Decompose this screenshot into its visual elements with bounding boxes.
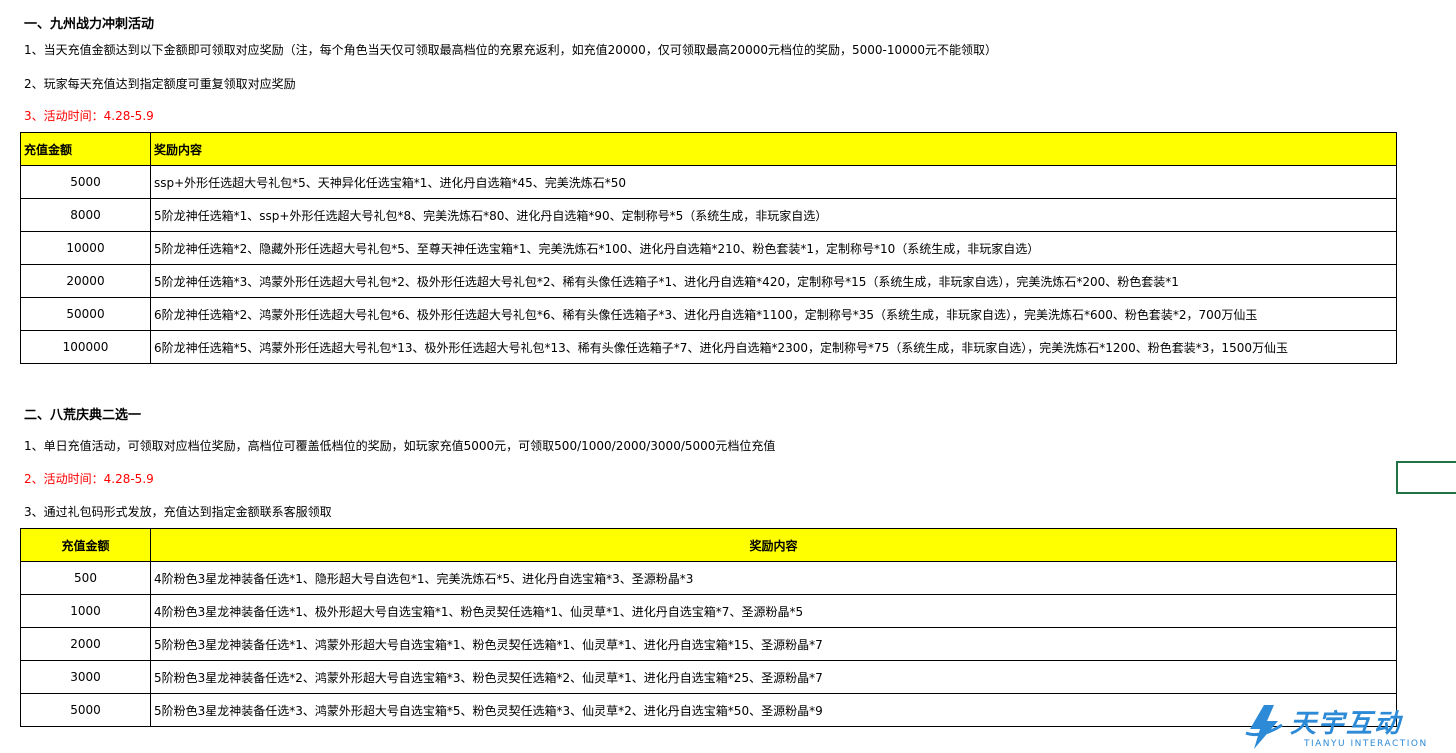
cell-selection-box[interactable] <box>1396 461 1456 494</box>
table-row: 2000 5阶粉色3星龙神装备任选*1、鸿蒙外形超大号自选宝箱*1、粉色灵契任选… <box>20 627 1397 661</box>
reward-cell[interactable]: 6阶龙神任选箱*2、鸿蒙外形任选超大号礼包*6、极外形任选超大号礼包*6、稀有头… <box>150 297 1397 331</box>
table-row: 1000 4阶粉色3星龙神装备任选*1、极外形超大号自选宝箱*1、粉色灵契任选箱… <box>20 594 1397 628</box>
section2-line1: 1、单日充值活动，可领取对应档位奖励，高档位可覆盖低档位的奖励，如玩家充值500… <box>24 439 776 453</box>
section1-title: 一、九州战力冲刺活动 <box>24 17 155 32</box>
table-row: 500 4阶粉色3星龙神装备任选*1、隐形超大号自选包*1、完美洗炼石*5、进化… <box>20 561 1397 595</box>
section1-line3: 3、活动时间：4.28-5.9 <box>24 109 154 123</box>
header-amount[interactable]: 充值金额 <box>20 132 151 166</box>
table-row: 50000 6阶龙神任选箱*2、鸿蒙外形任选超大号礼包*6、极外形任选超大号礼包… <box>20 297 1397 331</box>
reward-cell[interactable]: 5阶粉色3星龙神装备任选*2、鸿蒙外形超大号自选宝箱*3、粉色灵契任选箱*2、仙… <box>150 660 1397 694</box>
table-row: 20000 5阶龙神任选箱*3、鸿蒙外形任选超大号礼包*2、极外形任选超大号礼包… <box>20 264 1397 298</box>
header-reward[interactable]: 奖励内容 <box>150 132 1397 166</box>
amount-cell[interactable]: 3000 <box>20 660 151 694</box>
reward-cell[interactable]: 6阶龙神任选箱*5、鸿蒙外形任选超大号礼包*13、极外形任选超大号礼包*13、稀… <box>150 330 1397 364</box>
table-row: 5000 5阶粉色3星龙神装备任选*3、鸿蒙外形超大号自选宝箱*5、粉色灵契任选… <box>20 693 1397 727</box>
logo-subtitle: TIANYU INTERACTION <box>1304 739 1428 749</box>
amount-cell[interactable]: 10000 <box>20 231 151 265</box>
table-row: 100000 6阶龙神任选箱*5、鸿蒙外形任选超大号礼包*13、极外形任选超大号… <box>20 330 1397 364</box>
table-row: 3000 5阶粉色3星龙神装备任选*2、鸿蒙外形超大号自选宝箱*3、粉色灵契任选… <box>20 660 1397 694</box>
table-row: 8000 5阶龙神任选箱*1、ssp+外形任选超大号礼包*8、完美洗炼石*80、… <box>20 198 1397 232</box>
amount-cell[interactable]: 5000 <box>20 693 151 727</box>
amount-cell[interactable]: 2000 <box>20 627 151 661</box>
logo-mark-icon <box>1245 705 1283 749</box>
table-row: 10000 5阶龙神任选箱*2、隐藏外形任选超大号礼包*5、至尊天神任选宝箱*1… <box>20 231 1397 265</box>
amount-cell[interactable]: 100000 <box>20 330 151 364</box>
reward-cell[interactable]: 5阶粉色3星龙神装备任选*1、鸿蒙外形超大号自选宝箱*1、粉色灵契任选箱*1、仙… <box>150 627 1397 661</box>
watermark-logo: 天宇互动 TIANYU INTERACTION <box>1242 703 1452 753</box>
table-header-row: 充值金额 奖励内容 <box>20 132 1397 166</box>
header-reward[interactable]: 奖励内容 <box>150 528 1397 562</box>
amount-cell[interactable]: 500 <box>20 561 151 595</box>
section1-line1: 1、当天充值金额达到以下金额即可领取对应奖励（注，每个角色当天仅可领取最高档位的… <box>24 43 998 57</box>
logo-name: 天宇互动 <box>1290 709 1403 739</box>
reward-cell[interactable]: 5阶龙神任选箱*1、ssp+外形任选超大号礼包*8、完美洗炼石*80、进化丹自选… <box>150 198 1397 232</box>
reward-cell[interactable]: ssp+外形任选超大号礼包*5、天神异化任选宝箱*1、进化丹自选箱*45、完美洗… <box>150 165 1397 199</box>
section2-line2: 2、活动时间：4.28-5.9 <box>24 472 154 486</box>
reward-table-1: 充值金额 奖励内容 5000 ssp+外形任选超大号礼包*5、天神异化任选宝箱*… <box>20 132 1397 364</box>
section1-line2: 2、玩家每天充值达到指定额度可重复领取对应奖励 <box>24 77 296 91</box>
reward-cell[interactable]: 4阶粉色3星龙神装备任选*1、极外形超大号自选宝箱*1、粉色灵契任选箱*1、仙灵… <box>150 594 1397 628</box>
table-header-row: 充值金额 奖励内容 <box>20 528 1397 562</box>
reward-cell[interactable]: 5阶龙神任选箱*3、鸿蒙外形任选超大号礼包*2、极外形任选超大号礼包*2、稀有头… <box>150 264 1397 298</box>
amount-cell[interactable]: 5000 <box>20 165 151 199</box>
section2-title: 二、八荒庆典二选一 <box>24 408 142 423</box>
amount-cell[interactable]: 8000 <box>20 198 151 232</box>
amount-cell[interactable]: 1000 <box>20 594 151 628</box>
reward-cell[interactable]: 5阶粉色3星龙神装备任选*3、鸿蒙外形超大号自选宝箱*5、粉色灵契任选箱*3、仙… <box>150 693 1397 727</box>
table-row: 5000 ssp+外形任选超大号礼包*5、天神异化任选宝箱*1、进化丹自选箱*4… <box>20 165 1397 199</box>
reward-cell[interactable]: 5阶龙神任选箱*2、隐藏外形任选超大号礼包*5、至尊天神任选宝箱*1、完美洗炼石… <box>150 231 1397 265</box>
header-amount[interactable]: 充值金额 <box>20 528 151 562</box>
reward-table-2: 充值金额 奖励内容 500 4阶粉色3星龙神装备任选*1、隐形超大号自选包*1、… <box>20 528 1397 727</box>
section2-line3: 3、通过礼包码形式发放，充值达到指定金额联系客服领取 <box>24 505 332 519</box>
amount-cell[interactable]: 20000 <box>20 264 151 298</box>
amount-cell[interactable]: 50000 <box>20 297 151 331</box>
reward-cell[interactable]: 4阶粉色3星龙神装备任选*1、隐形超大号自选包*1、完美洗炼石*5、进化丹自选宝… <box>150 561 1397 595</box>
